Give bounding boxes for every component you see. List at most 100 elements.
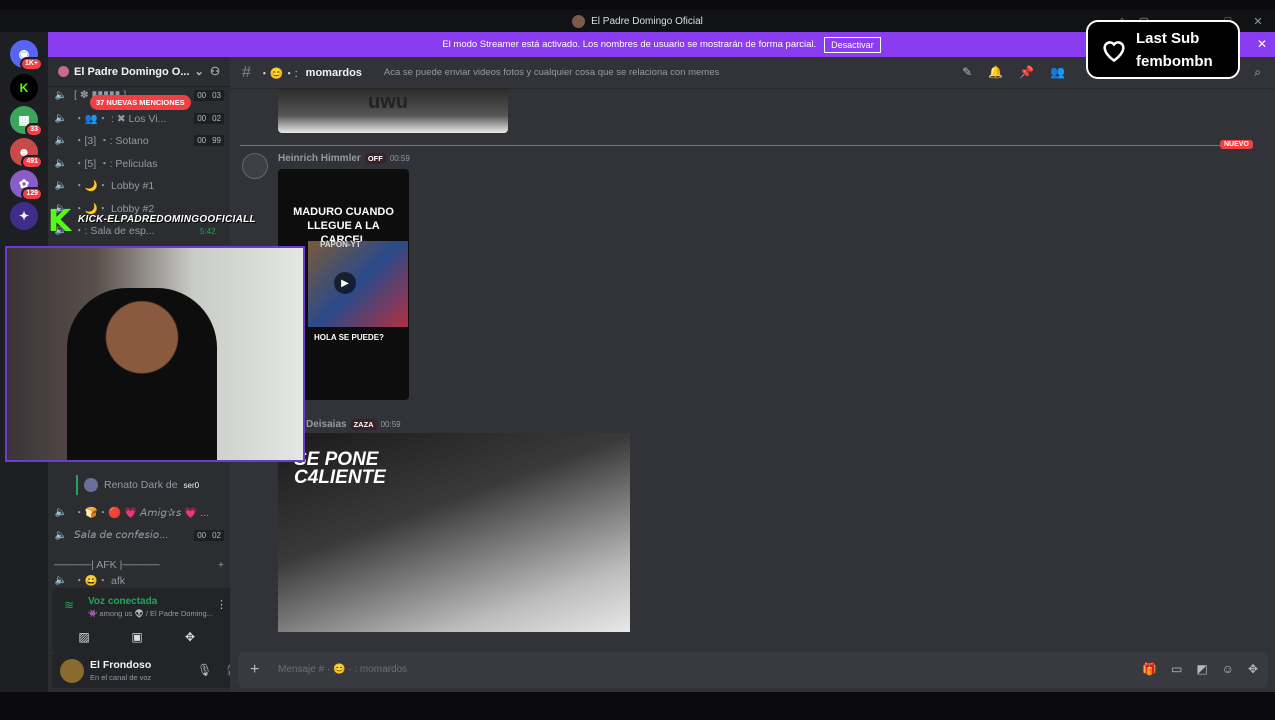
speaker-icon: 🔈	[54, 529, 68, 541]
apps-icon[interactable]: ✥	[1248, 662, 1258, 676]
message-image[interactable]: SE PONE C4LIENTE	[278, 433, 630, 632]
timestamp: 00:59	[389, 154, 410, 163]
emoji-icon[interactable]: ☺	[1222, 662, 1234, 676]
chevron-down-icon: ⌄	[194, 66, 204, 78]
count-a: 00	[194, 134, 210, 146]
plus-icon[interactable]: +	[218, 559, 224, 571]
category-afk[interactable]: ─────| AFK |───── +	[54, 555, 224, 575]
channel-label: ・🌙・ Lobby #1	[74, 179, 155, 192]
user-avatar	[84, 478, 98, 492]
category-label: ─────| AFK |─────	[54, 559, 160, 571]
author-name[interactable]: Heinrich Himmler	[278, 153, 361, 164]
channel-label: ・🍞・🔴 💗 𝘈𝘮𝘪𝘨✰𝘴 💗 ...	[74, 506, 209, 519]
disable-streamer-button[interactable]: Desactivar	[824, 36, 881, 53]
webcam-overlay	[5, 246, 305, 462]
channel-label: ・😀・ afk	[74, 574, 125, 587]
channel-item[interactable]: 🔈 ・[5] ・: Peliculas	[54, 153, 224, 173]
camera-off-icon: ▨	[78, 630, 90, 644]
server-badge-icon	[58, 66, 69, 77]
bell-icon[interactable]: 🔔	[988, 65, 1003, 79]
signal-icon: ≋	[64, 598, 75, 612]
author-avatar[interactable]	[242, 153, 268, 179]
count-b: 99	[209, 134, 224, 146]
count-b: 03	[209, 89, 224, 101]
role-badge: OFF	[364, 153, 386, 164]
card-caption: HOLA SE PUEDE?	[314, 333, 384, 342]
pin-icon[interactable]: 📌	[1019, 65, 1034, 79]
window-title-text: El Padre Domingo Oficial	[591, 15, 703, 27]
channel-item[interactable]: 🔈 ・🌙・ Lobby #1	[54, 175, 224, 195]
channel-topic[interactable]: Aca se puede enviar videos fotos y cualq…	[384, 67, 719, 78]
gift-icon[interactable]: 🎁	[1142, 662, 1157, 676]
count-a: 00	[194, 529, 210, 541]
voice-user-tag: ser0	[183, 480, 200, 490]
channel-item[interactable]: 🔈 ・🍞・🔴 💗 𝘈𝘮𝘪𝘨✰𝘴 💗 ...	[54, 502, 224, 522]
server-icon-2[interactable]: ▦ 33	[10, 106, 43, 137]
timestamp: 00:59	[380, 420, 401, 429]
server-avatar-icon	[572, 14, 586, 28]
server-name: El Padre Domingo O...	[74, 65, 190, 78]
threads-icon[interactable]: ✎	[962, 65, 972, 79]
server-icon-3[interactable]: ☻ 491	[10, 138, 43, 169]
channel-item[interactable]: 🔈 ・[3] ・: Sotano 00 99	[54, 130, 224, 150]
server-header[interactable]: El Padre Domingo O... ⌄ ⚇	[48, 57, 230, 87]
heart-icon	[1103, 40, 1125, 62]
kick-handle: KICK-ELPADREDOMINGOOFICIALL	[78, 214, 256, 225]
user-avatar[interactable]	[60, 659, 84, 683]
sticker-icon[interactable]: ◩	[1196, 662, 1207, 676]
count-a: 00	[194, 89, 210, 101]
author-name[interactable]: Deisaias	[306, 419, 347, 430]
kick-logo-icon: K	[48, 204, 72, 239]
home-icon[interactable]: ◉ 1K+	[10, 40, 43, 71]
chat-area: # ・😊・: momardos Aca se puede enviar vide…	[230, 57, 1275, 692]
card-thumbnail	[308, 241, 408, 327]
last-sub-name: fembombn	[1136, 52, 1213, 70]
message-image-top[interactable]: uwu	[278, 89, 508, 133]
gif-icon[interactable]: ▭	[1171, 662, 1182, 676]
add-member-icon[interactable]: ⚇	[210, 65, 220, 78]
server-icon-4[interactable]: ✿ 129	[10, 170, 43, 201]
message-header: Deisaias ZAZA 00:59	[306, 419, 401, 430]
new-messages-tag: NUEVO	[1220, 140, 1253, 149]
channel-name: momardos	[305, 66, 362, 79]
voice-user-name: Renato Dark de	[104, 479, 178, 491]
plus-icon[interactable]: +	[250, 661, 259, 679]
speaker-icon: 🔈	[54, 112, 68, 124]
role-badge: ZAZA	[350, 419, 377, 430]
speaker-icon: 🔈	[54, 506, 68, 518]
search-icon[interactable]: ⌕	[1254, 65, 1261, 80]
channel-item[interactable]: 🔈 ・😀・ afk	[54, 573, 224, 587]
camera-button[interactable]: ▨	[62, 626, 106, 648]
close-window-icon[interactable]: ✕	[1247, 10, 1269, 32]
server-icon-kick[interactable]: K	[10, 74, 38, 102]
user-status: En el canal de voz	[90, 673, 152, 682]
message-input[interactable]: Mensaje # · 😊 · : momardos	[278, 664, 407, 675]
count-a: 00	[194, 112, 210, 124]
play-icon[interactable]: ▶	[334, 272, 356, 294]
card-subtitle: PAPON-YT	[320, 240, 361, 249]
voice-status[interactable]: Voz conectada	[88, 596, 157, 607]
screen-share-button[interactable]: ▣	[115, 626, 159, 648]
channel-label: ・[3] ・: Sotano	[74, 134, 149, 147]
count-b: 02	[209, 112, 224, 124]
voice-user-row[interactable]: Renato Dark de ser0	[76, 475, 246, 495]
channel-item[interactable]: 🔈 𝘚𝘢𝘭𝘢 𝘥𝘦 𝘤𝘰𝘯𝘧𝘦𝘴𝘪𝘰... 00 02	[54, 525, 224, 545]
speaker-icon: 🔈	[54, 134, 68, 146]
server-badge: 33	[25, 123, 43, 137]
banner-text: El modo Streamer está activado. Los nomb…	[442, 39, 817, 50]
voice-channel-path: 👾 among us 👽 / El Padre Doming...	[88, 609, 213, 618]
activities-icon: ✥	[184, 630, 196, 644]
channel-item[interactable]: 🔈 ・👥・ : ✖ Los Vi... 00 02	[54, 108, 224, 128]
user-name: El Frondoso	[90, 659, 152, 671]
message-composer[interactable]: + Mensaje # · 😊 · : momardos 🎁 ▭ ◩ ☺ ✥	[238, 652, 1268, 688]
channel-emoji-icon: ・😊・:	[258, 67, 298, 80]
close-banner-icon[interactable]: ✕	[1257, 37, 1267, 51]
activities-button[interactable]: ✥	[168, 626, 212, 648]
last-sub-overlay: Last Sub fembombn	[1086, 20, 1240, 79]
window-titlebar: El Padre Domingo Oficial ⌂ ▢ ─ □ ✕	[0, 10, 1275, 32]
microphone-icon[interactable]: 🎙	[197, 663, 212, 677]
members-icon[interactable]: 👥	[1050, 65, 1065, 79]
server-icon-5[interactable]: ✦	[10, 202, 38, 230]
image-text: uwu	[368, 91, 408, 113]
new-messages-divider	[240, 145, 1245, 146]
